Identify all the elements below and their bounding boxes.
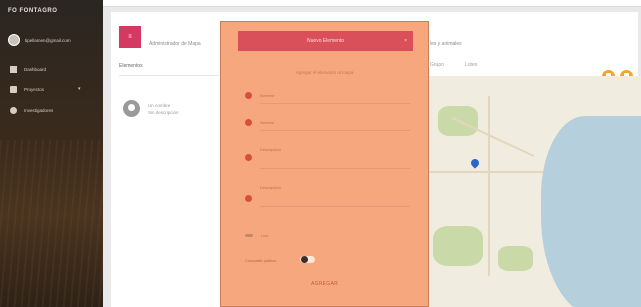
close-icon[interactable]: × <box>404 31 407 51</box>
grid-icon <box>10 66 17 73</box>
share-public-label: Compartir público <box>245 258 277 263</box>
map-water <box>541 116 641 307</box>
top-bar <box>103 0 641 7</box>
dialog-header: Nuevo Elemento × <box>238 31 413 51</box>
map-marker-icon[interactable] <box>469 157 481 169</box>
user-profile[interactable]: tipellamen@gmail.com <box>8 34 71 46</box>
list-item-title: Un nombre <box>148 102 171 108</box>
share-public-toggle[interactable] <box>300 256 315 263</box>
page-title-continued: les y animales <box>430 41 462 47</box>
sidebar: FO FONTAGRO tipellamen@gmail.com Dashboa… <box>0 0 103 307</box>
dialog-subtitle: Agregar el elemento al mapa <box>295 70 354 75</box>
link-field[interactable]: Link <box>261 233 268 238</box>
map-green-area <box>498 246 533 271</box>
dialog-title: Nuevo Elemento <box>307 38 344 44</box>
map-badge-icon: ≡ <box>119 26 141 48</box>
description-field[interactable]: Descripción <box>245 147 410 171</box>
sidebar-item-label: Proyectos <box>24 87 45 92</box>
map-view[interactable] <box>428 76 641 307</box>
field-underline <box>260 206 410 207</box>
field-underline <box>260 103 410 104</box>
flag-icon <box>245 195 252 202</box>
brand-logo: FO FONTAGRO <box>8 8 58 14</box>
sidebar-item-label: Dashboard <box>24 67 47 72</box>
map-road <box>488 96 490 276</box>
name-field-secondary[interactable]: Nombre <box>245 119 410 133</box>
field-label: Nombre <box>260 93 275 98</box>
flag-icon <box>245 154 252 161</box>
field-label: Descripción <box>260 185 281 190</box>
field-label: Descripción <box>260 147 281 152</box>
field-label: Nombre <box>260 120 275 125</box>
tab-elementos[interactable]: Elementos <box>119 63 143 69</box>
chevron-down-icon[interactable]: ▾ <box>78 86 81 92</box>
sidebar-item-label: Investigadores <box>24 108 54 113</box>
location-pin-icon <box>123 100 140 117</box>
field-underline <box>260 168 410 169</box>
flag-icon <box>245 92 252 99</box>
tab-grupo[interactable]: Grupo <box>430 62 444 68</box>
map-road <box>451 117 535 157</box>
name-field[interactable]: Nombre <box>245 92 410 106</box>
sidebar-item-proyectos[interactable]: Proyectos <box>10 86 44 93</box>
submit-button[interactable]: AGREGAR <box>221 281 428 287</box>
document-icon <box>10 86 17 93</box>
info-icon <box>10 107 17 114</box>
list-item-subtitle: Sin descripción <box>148 109 179 115</box>
new-element-dialog: Nuevo Elemento × Agregar el elemento al … <box>220 21 429 307</box>
description-field-secondary[interactable]: Descripción <box>245 185 410 209</box>
list-item[interactable]: Un nombre Sin descripción <box>123 100 179 117</box>
flag-icon <box>245 119 252 126</box>
page-title: Administrador de Mapa <box>149 41 201 47</box>
map-green-area <box>433 226 483 266</box>
user-email: tipellamen@gmail.com <box>25 37 71 43</box>
tab-lotes[interactable]: Lotes <box>465 62 477 68</box>
field-underline <box>260 130 410 131</box>
sidebar-item-investigadores[interactable]: Investigadores <box>10 107 53 114</box>
divider <box>119 75 219 76</box>
sidebar-item-dashboard[interactable]: Dashboard <box>10 66 46 73</box>
link-icon <box>245 234 253 237</box>
avatar <box>8 34 20 46</box>
